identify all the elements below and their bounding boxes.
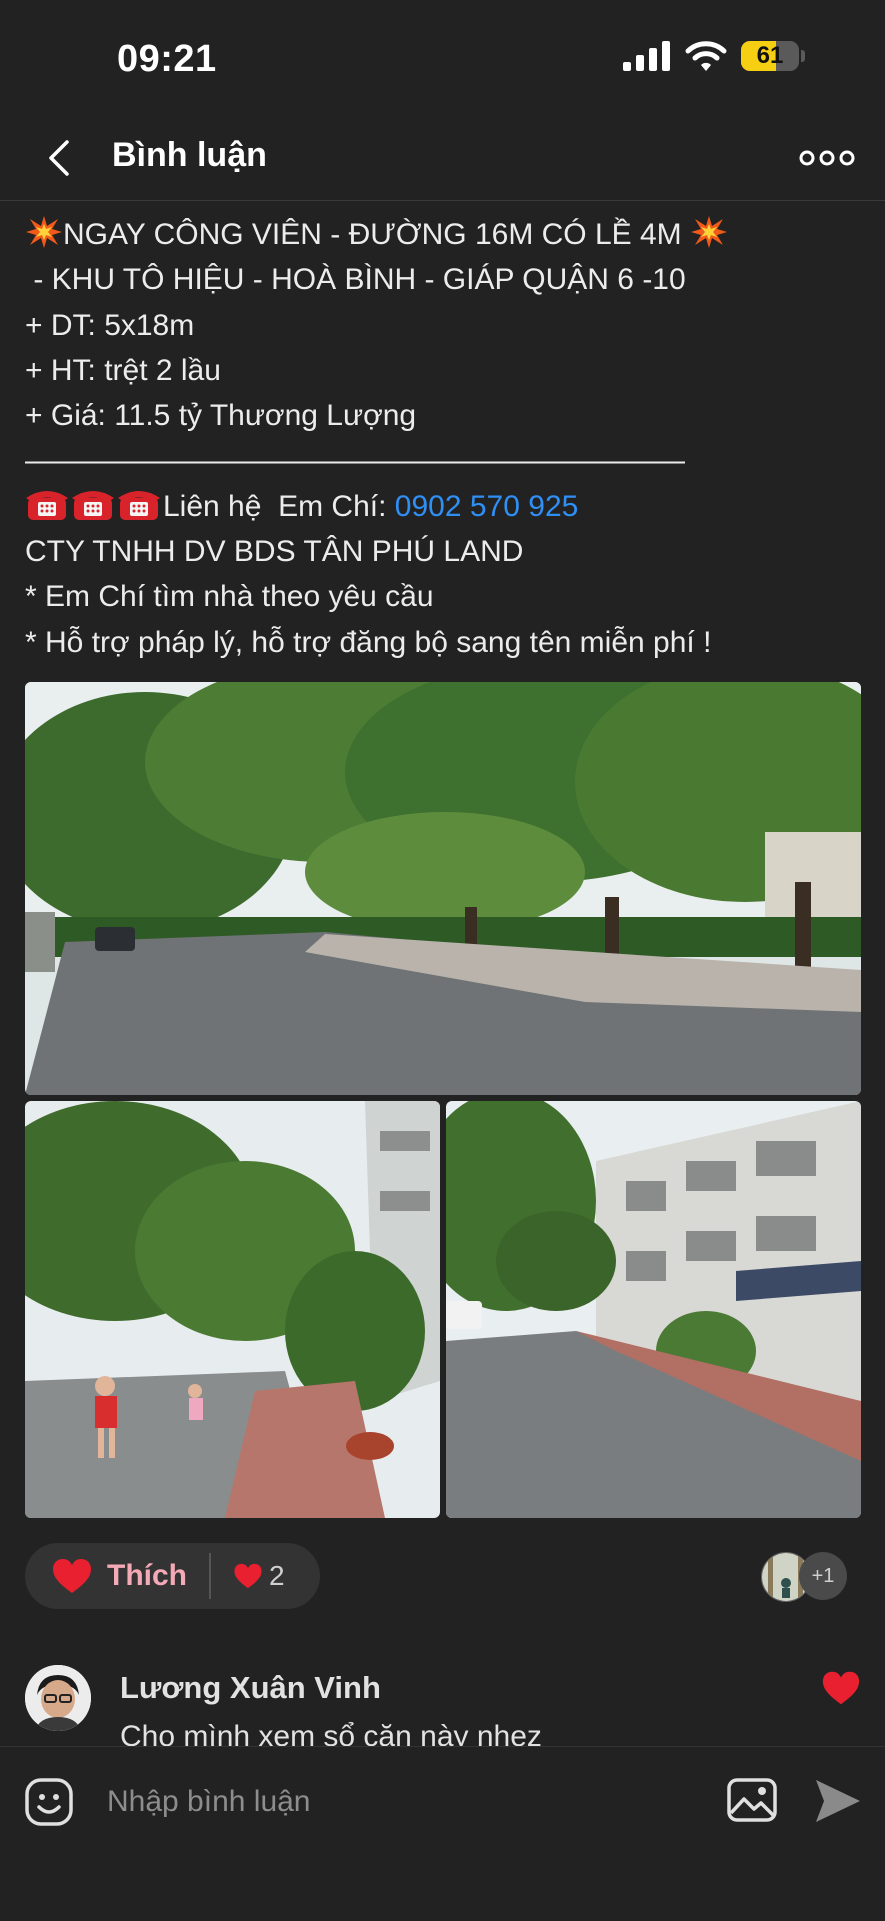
header: Bình luận — [0, 118, 885, 201]
street-park-photo[interactable] — [25, 682, 861, 1095]
back-button[interactable] — [40, 136, 84, 180]
emoji-icon — [25, 1778, 73, 1826]
collision-icon — [26, 216, 62, 248]
others-count: +1 — [799, 1552, 847, 1600]
collision-icon — [691, 216, 728, 248]
comment-like-button[interactable] — [821, 1669, 861, 1707]
like-pill: Thích 2 — [25, 1543, 320, 1609]
street-houses-photo[interactable] — [446, 1101, 861, 1518]
post-line-3: + DT: 5x18m — [25, 308, 195, 342]
heart-icon — [822, 1671, 860, 1705]
like-label: Thích — [107, 1559, 187, 1592]
more-horizontal-icon — [799, 150, 855, 166]
status-time: 09:21 — [117, 38, 217, 80]
telephone-icon — [26, 490, 68, 520]
battery-icon: 61 — [741, 41, 805, 71]
post-line-2: - KHU TÔ HIỆU - HOÀ BÌNH - GIÁP QUẬN 6 -… — [25, 263, 686, 297]
cellular-signal-icon — [623, 41, 670, 71]
image-button[interactable] — [726, 1777, 778, 1823]
post-company: CTY TNHH DV BDS TÂN PHÚ LAND — [25, 535, 524, 569]
post-line-4: + HT: trệt 2 lầu — [25, 353, 221, 387]
contact-label: Liên hệ Em Chí: — [163, 489, 395, 523]
send-button[interactable] — [814, 1777, 862, 1825]
page-title: Bình luận — [112, 136, 267, 174]
comment-input[interactable] — [105, 1771, 709, 1833]
post-content: NGAY CÔNG VIÊN - ĐƯỜNG 16M CÓ LỀ 4M - KH… — [25, 212, 865, 665]
emoji-button[interactable] — [24, 1777, 74, 1827]
avatar[interactable] — [25, 1665, 91, 1731]
like-count-button[interactable]: 2 — [233, 1560, 285, 1592]
battery-level: 61 — [756, 42, 784, 69]
status-icons: 61 — [623, 40, 805, 72]
telephone-icon — [118, 490, 160, 520]
post-divider: —————————————————————— — [25, 444, 685, 478]
heart-icon — [234, 1563, 262, 1589]
post-line-5: + Giá: 11.5 tỷ Thương Lượng — [25, 399, 417, 433]
like-button[interactable]: Thích — [25, 1543, 187, 1609]
wifi-icon — [685, 41, 727, 71]
liker-avatars[interactable]: +1 — [761, 1552, 861, 1602]
reaction-row: Thích 2 +1 — [25, 1543, 861, 1609]
status-bar: 09:21 61 — [0, 0, 885, 110]
comment-author[interactable]: Lương Xuân Vinh — [120, 1670, 381, 1706]
more-button[interactable] — [799, 138, 855, 178]
street-kids-photo[interactable] — [25, 1101, 440, 1518]
post-note-1: * Em Chí tìm nhà theo yêu cầu — [25, 580, 434, 614]
like-count: 2 — [269, 1560, 285, 1591]
image-icon — [727, 1778, 777, 1822]
photo-grid — [25, 682, 861, 1518]
phone-link[interactable]: 0902 570 925 — [395, 490, 579, 523]
comment-item: Lương Xuân Vinh Cho mình xem sổ căn này … — [25, 1665, 861, 1753]
post-line-1: NGAY CÔNG VIÊN - ĐƯỜNG 16M CÓ LỀ 4M — [25, 212, 865, 257]
chevron-left-icon — [49, 140, 69, 176]
pill-divider — [209, 1553, 211, 1599]
heart-icon — [53, 1559, 91, 1593]
post-contact-line: Liên hệ Em Chí: 0902 570 925 — [25, 484, 865, 529]
send-icon — [816, 1780, 860, 1822]
telephone-icon — [72, 490, 114, 520]
comment-composer — [0, 1746, 885, 1921]
post-note-2: * Hỗ trợ pháp lý, hỗ trợ đăng bộ sang tê… — [25, 625, 712, 659]
post-headline: NGAY CÔNG VIÊN - ĐƯỜNG 16M CÓ LỀ 4M — [63, 218, 682, 251]
